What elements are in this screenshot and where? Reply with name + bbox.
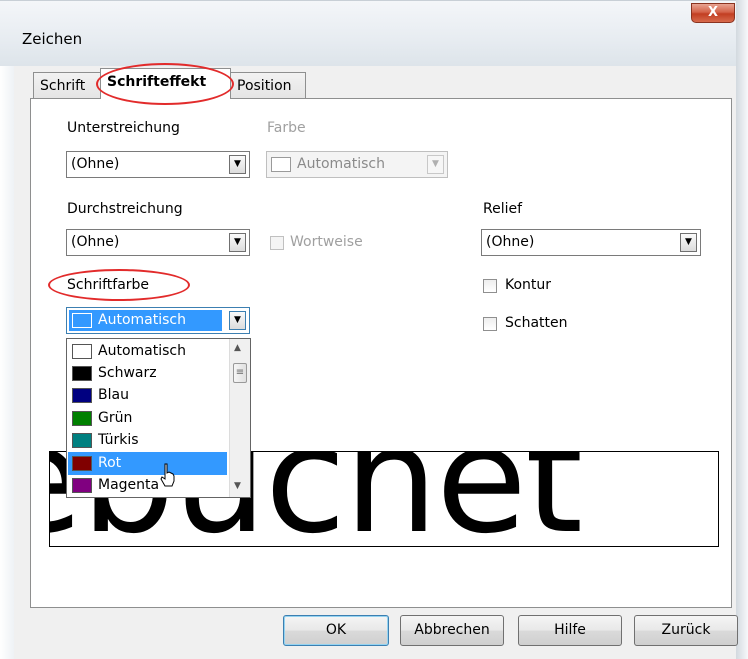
color-swatch bbox=[72, 455, 92, 471]
strikethrough-value: (Ohne) bbox=[71, 234, 120, 250]
reset-button[interactable]: Zurück bbox=[634, 615, 738, 646]
help-button[interactable]: Hilfe bbox=[518, 615, 622, 646]
relief-label: Relief bbox=[483, 201, 523, 217]
word-by-word-checkbox[interactable] bbox=[270, 236, 284, 250]
close-button[interactable]: X bbox=[691, 3, 735, 23]
scroll-thumb[interactable]: ≡ bbox=[233, 363, 247, 383]
relief-value: (Ohne) bbox=[486, 234, 535, 250]
color-value: Automatisch bbox=[297, 156, 385, 172]
chevron-up-icon[interactable]: ▲ bbox=[234, 343, 241, 353]
outline-label: Kontur bbox=[505, 277, 552, 293]
list-item[interactable]: Blau bbox=[68, 384, 227, 407]
font-color-swatch bbox=[72, 312, 92, 328]
cancel-button[interactable]: Abbrechen bbox=[400, 615, 504, 646]
title-bar[interactable]: Zeichen X bbox=[0, 0, 740, 66]
ok-button[interactable]: OK bbox=[283, 615, 389, 646]
list-item[interactable]: Automatisch bbox=[68, 340, 227, 363]
color-swatch bbox=[72, 477, 92, 493]
strikethrough-dropdown[interactable]: (Ohne) ▼ bbox=[66, 229, 250, 256]
list-item[interactable]: Magenta bbox=[68, 474, 227, 497]
list-item[interactable]: Grün bbox=[68, 407, 227, 430]
color-swatch bbox=[72, 410, 92, 426]
font-color-list[interactable]: Automatisch Schwarz Blau Grün Türkis Rot… bbox=[66, 338, 251, 498]
list-item-selected[interactable]: Rot bbox=[68, 452, 227, 475]
color-swatch bbox=[72, 343, 92, 359]
outline-checkbox[interactable] bbox=[483, 279, 497, 293]
word-by-word-label: Wortweise bbox=[290, 234, 363, 250]
color-swatch bbox=[72, 432, 92, 448]
hand-cursor-icon bbox=[160, 463, 175, 487]
color-swatch bbox=[72, 387, 92, 403]
list-item[interactable]: Türkis bbox=[68, 429, 227, 452]
chevron-down-icon[interactable]: ▼ bbox=[229, 155, 246, 174]
list-scrollbar[interactable]: ▲ ≡ ▼ bbox=[229, 339, 250, 497]
shadow-checkbox[interactable] bbox=[483, 317, 497, 331]
color-swatch bbox=[271, 156, 291, 172]
relief-dropdown[interactable]: (Ohne) ▼ bbox=[481, 229, 701, 256]
underline-label: Unterstreichung bbox=[67, 120, 180, 136]
tab-schrifteffekt[interactable]: Schrifteffekt bbox=[100, 68, 231, 99]
chevron-down-icon[interactable]: ▼ bbox=[234, 481, 241, 491]
window-title: Zeichen bbox=[22, 30, 83, 48]
close-icon: X bbox=[707, 5, 719, 20]
list-item[interactable]: Schwarz bbox=[68, 362, 227, 385]
chevron-down-icon[interactable]: ▼ bbox=[229, 233, 246, 252]
font-color-selected: Automatisch bbox=[69, 310, 222, 331]
strikethrough-label: Durchstreichung bbox=[67, 201, 183, 217]
chevron-down-icon[interactable]: ▼ bbox=[680, 233, 697, 252]
shadow-label: Schatten bbox=[505, 315, 568, 331]
window-frame-left bbox=[0, 66, 14, 659]
window-frame-right bbox=[736, 0, 748, 659]
color-swatch bbox=[72, 365, 92, 381]
chevron-down-icon[interactable]: ▼ bbox=[427, 155, 444, 174]
color-dropdown[interactable]: Automatisch ▼ bbox=[266, 151, 448, 178]
chevron-down-icon[interactable]: ▼ bbox=[229, 311, 246, 330]
color-label: Farbe bbox=[267, 120, 306, 136]
tab-position[interactable]: Position bbox=[230, 72, 306, 99]
font-color-label: Schriftfarbe bbox=[67, 277, 150, 293]
underline-value: (Ohne) bbox=[71, 156, 120, 172]
font-color-dropdown[interactable]: Automatisch ▼ bbox=[66, 307, 250, 334]
dialog-window: Zeichen X Schrift Position Schrifteffekt… bbox=[0, 0, 748, 659]
underline-dropdown[interactable]: (Ohne) ▼ bbox=[66, 151, 250, 178]
tab-schrift[interactable]: Schrift bbox=[33, 72, 101, 99]
